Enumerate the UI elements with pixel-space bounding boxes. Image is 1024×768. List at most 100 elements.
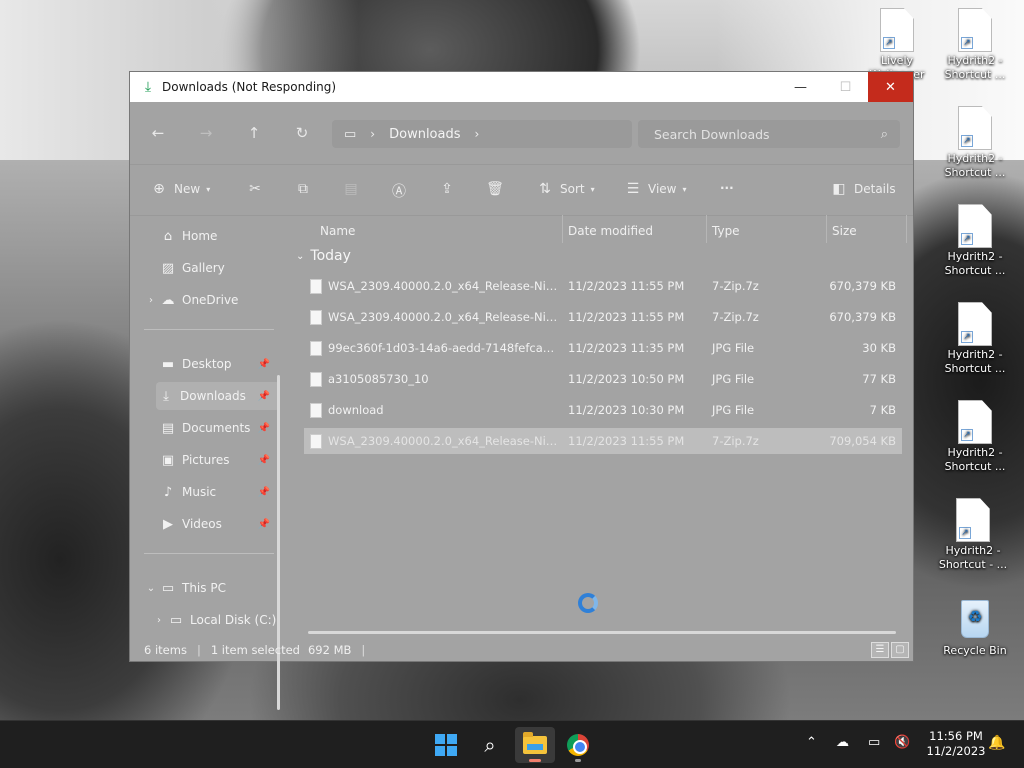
column-header-date[interactable]: Date modified <box>568 219 653 243</box>
sidebar-divider <box>144 553 274 554</box>
column-header-name[interactable]: Name <box>320 219 355 243</box>
file-type: 7-Zip.7z <box>712 279 759 293</box>
table-row[interactable]: download 11/2/2023 10:30 PM JPG File 7 K… <box>304 397 902 423</box>
windows-logo-icon <box>435 734 457 756</box>
notification-bell-icon[interactable]: 🔔 <box>988 735 1005 751</box>
chevron-down-icon[interactable]: ⌄ <box>144 583 158 594</box>
table-row[interactable]: WSA_2309.40000.2.0_x64_Release-Nightly..… <box>304 304 902 330</box>
view-button[interactable]: ☰ View ▾ <box>624 181 687 197</box>
delete-button[interactable]: 🗑 <box>486 181 504 197</box>
sidebar-item-pictures[interactable]: ▣ Pictures 📌 <box>130 446 280 474</box>
sidebar-item-music[interactable]: ♪ Music 📌 <box>130 478 280 506</box>
desktop-icon-shortcut-3[interactable]: ↗ Hydrith2 - Shortcut ... <box>940 204 1010 278</box>
sidebar-item-videos[interactable]: ▶ Videos 📌 <box>130 510 280 538</box>
desktop-icon-label: Hydrith2 - Shortcut - ... <box>938 544 1008 571</box>
chevron-up-icon[interactable]: ⌃ <box>806 735 817 750</box>
details-button[interactable]: ◧ Details <box>830 181 895 197</box>
monitor-icon: ▭ <box>344 126 357 142</box>
file-icon <box>310 433 322 449</box>
desktop-icon-shortcut-2[interactable]: ↗ Hydrith2 - Shortcut ... <box>940 106 1010 180</box>
cut-button[interactable]: ✂ <box>246 181 264 197</box>
breadcrumb-downloads[interactable]: Downloads <box>389 127 460 142</box>
column-divider[interactable] <box>906 215 907 243</box>
file-size: 709,054 KB <box>829 434 896 448</box>
sidebar-item-local-disk[interactable]: › ▭ Local Disk (C:) <box>138 606 288 634</box>
sidebar-item-label: Videos <box>182 517 222 531</box>
close-button[interactable]: ✕ <box>868 72 913 102</box>
sidebar-item-gallery[interactable]: ▨ Gallery <box>130 254 280 282</box>
new-button[interactable]: ⊕ New ▾ <box>150 181 210 197</box>
minimize-button[interactable]: — <box>778 72 823 102</box>
copy-icon: ⧉ <box>298 181 308 197</box>
desktop-icon-shortcut-4[interactable]: ↗ Hydrith2 - Shortcut ... <box>940 302 1010 376</box>
chevron-right-icon[interactable]: › <box>475 127 480 141</box>
desktop-icon-label: Hydrith2 - Shortcut ... <box>944 250 1006 277</box>
file-date: 11/2/2023 11:55 PM <box>568 434 685 448</box>
column-divider[interactable] <box>826 215 827 243</box>
pin-icon: 📌 <box>257 486 270 498</box>
desktop-icon-shortcut-6[interactable]: ↗ Hydrith2 - Shortcut - ... <box>938 498 1008 572</box>
horizontal-scrollbar[interactable] <box>308 631 896 634</box>
sidebar-item-downloads[interactable]: ⤓ Downloads 📌 <box>156 382 280 410</box>
share-icon: ⇪ <box>441 181 453 197</box>
folder-icon <box>523 732 547 754</box>
column-divider[interactable] <box>706 215 707 243</box>
search-input[interactable]: Search Downloads <box>654 127 881 142</box>
system-clock[interactable]: 11:56 PM 11/2/2023 <box>918 729 994 759</box>
chevron-right-icon[interactable]: › <box>152 615 166 626</box>
desktop-icon-label: Hydrith2 - Shortcut ... <box>944 348 1006 375</box>
desktop-icon-shortcut-5[interactable]: ↗ Hydrith2 - Shortcut ... <box>940 400 1010 474</box>
maximize-button[interactable]: ☐ <box>823 72 868 102</box>
disk-icon: ▭ <box>169 612 183 628</box>
pin-icon: 📌 <box>257 390 270 402</box>
sort-button[interactable]: ⇅ Sort ▾ <box>536 181 595 197</box>
desktop-icon-recycle-bin[interactable]: ♻ Recycle Bin <box>940 596 1010 658</box>
file-date: 11/2/2023 11:55 PM <box>568 310 685 324</box>
chevron-right-icon[interactable]: › <box>370 127 375 141</box>
column-header-size[interactable]: Size <box>832 219 857 243</box>
sidebar-item-desktop[interactable]: ▬ Desktop 📌 <box>130 350 280 378</box>
desktop-icon-shortcut-1[interactable]: ↗ Hydrith2 - Shortcut ... <box>940 8 1010 82</box>
column-divider[interactable] <box>562 215 563 243</box>
table-row[interactable]: 99ec360f-1d03-14a6-aedd-7148fefca520 11/… <box>304 335 902 361</box>
tiles-view-icon[interactable]: ▢ <box>891 642 909 658</box>
start-button[interactable] <box>426 727 466 763</box>
taskbar-search-button[interactable]: ⌕ <box>470 727 510 763</box>
sidebar-item-label: Pictures <box>182 453 230 467</box>
home-icon: ⌂ <box>163 228 173 244</box>
table-row[interactable]: WSA_2309.40000.2.0_x64_Release-Nightly..… <box>304 273 902 299</box>
group-header-today[interactable]: ⌄ Today <box>296 248 351 264</box>
back-arrow-icon[interactable]: ← <box>148 124 168 142</box>
title-bar[interactable]: ⤓ Downloads (Not Responding) — ☐ ✕ <box>130 72 913 102</box>
refresh-icon[interactable]: ↻ <box>292 124 312 142</box>
rename-button[interactable]: Ⓐ <box>390 181 408 201</box>
forward-arrow-icon[interactable]: → <box>196 124 216 142</box>
more-options-button[interactable]: ··· <box>720 181 734 195</box>
file-name: WSA_2309.40000.2.0_x64_Release-Nightly..… <box>328 434 560 448</box>
column-header-type[interactable]: Type <box>712 219 740 243</box>
file-date: 11/2/2023 10:30 PM <box>568 403 685 417</box>
clock-date: 11/2/2023 <box>926 744 986 758</box>
share-button[interactable]: ⇪ <box>438 181 456 197</box>
address-bar[interactable]: ▭ › Downloads › <box>332 120 632 148</box>
file-size: 670,379 KB <box>829 279 896 293</box>
sidebar-item-onedrive[interactable]: › ☁ OneDrive <box>130 286 280 314</box>
network-icon[interactable]: ▭ <box>868 735 880 750</box>
table-row[interactable]: a3105085730_10 11/2/2023 10:50 PM JPG Fi… <box>304 366 902 392</box>
table-row-selected[interactable]: WSA_2309.40000.2.0_x64_Release-Nightly..… <box>304 428 902 454</box>
copy-button[interactable]: ⧉ <box>294 181 312 197</box>
onedrive-offline-icon[interactable]: ☁ <box>836 735 849 750</box>
up-arrow-icon[interactable]: ↑ <box>244 124 264 142</box>
paste-button[interactable]: ▤ <box>342 181 360 197</box>
sort-icon: ⇅ <box>539 181 551 197</box>
volume-muted-icon[interactable]: 🔇 <box>894 735 910 750</box>
search-box[interactable]: Search Downloads ⌕ <box>638 120 900 148</box>
details-view-icon[interactable]: ☰ <box>871 642 889 658</box>
chevron-down-icon: ▾ <box>682 184 687 194</box>
sidebar-item-this-pc[interactable]: ⌄ ▭ This PC <box>130 574 280 602</box>
taskbar-file-explorer[interactable] <box>515 727 555 763</box>
sidebar-item-home[interactable]: ⌂ Home <box>130 222 280 250</box>
taskbar-chrome[interactable] <box>558 727 598 763</box>
chevron-right-icon[interactable]: › <box>144 295 158 306</box>
sidebar-item-documents[interactable]: ▤ Documents 📌 <box>130 414 280 442</box>
